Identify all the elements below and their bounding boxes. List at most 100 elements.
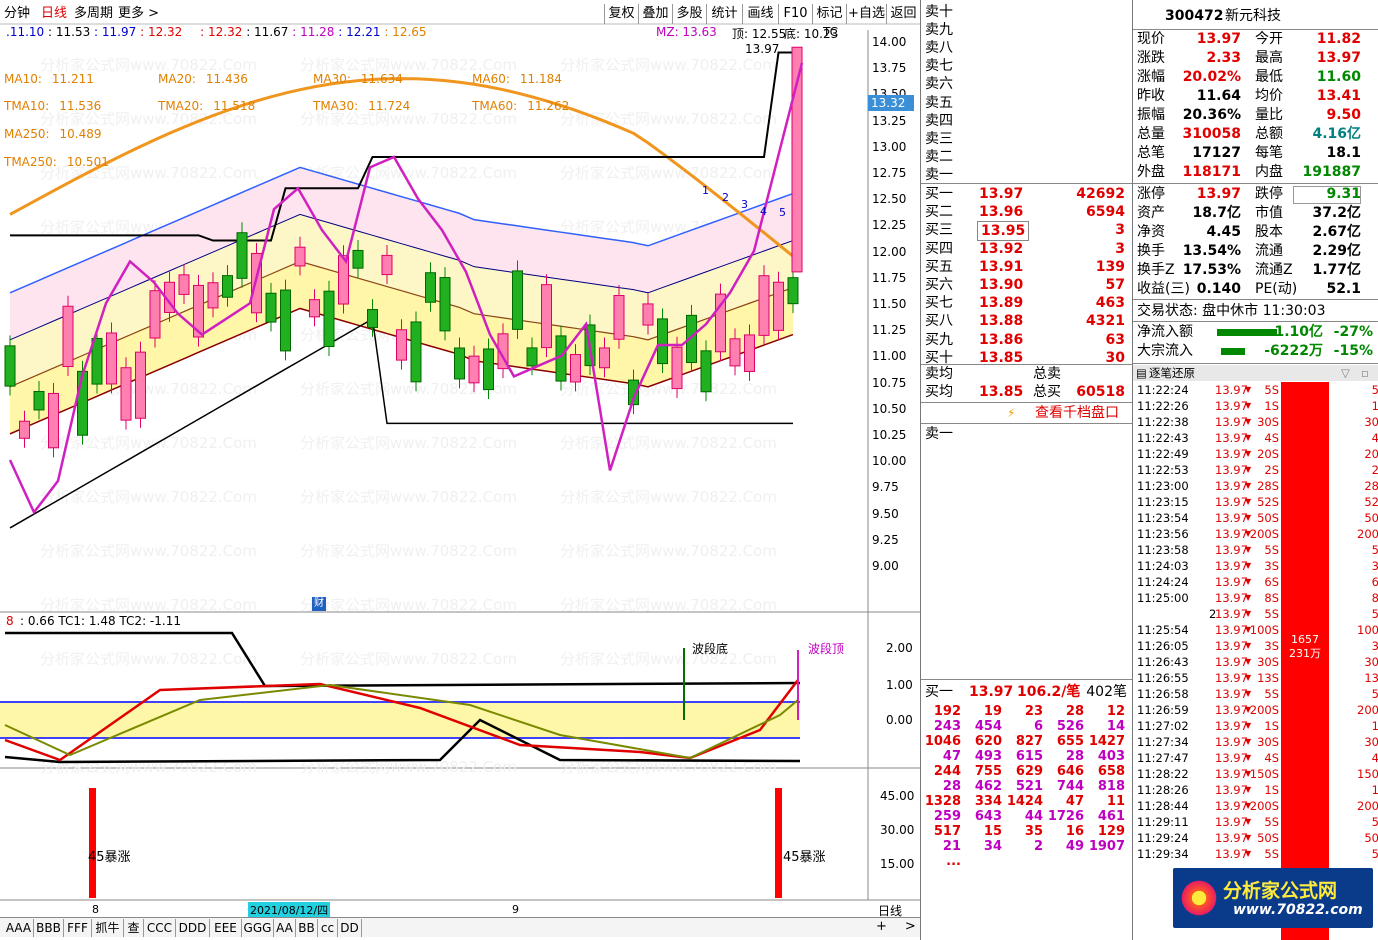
add-watchlist-button[interactable]: +自选 [846,4,886,24]
indicator-tab[interactable]: AA [274,919,296,937]
tick-volume: 13S [1257,671,1279,685]
tick-price: 13.97 [1215,639,1248,653]
indicator-tab[interactable]: EEE [210,919,242,937]
candle [439,277,451,332]
tick-time: 11:27:34 [1137,735,1189,749]
indicator-tab[interactable]: FFF [64,919,92,937]
sell-level-row[interactable]: 卖八 [921,39,1133,57]
indicator-tab[interactable]: cc [318,919,338,937]
tick-row: 11:22:26 13.97 ▼ 1S 1 [1133,398,1378,414]
indicator-tab[interactable]: CCC [144,919,176,937]
buy-level-row[interactable]: 买二 13.96 6594 [921,203,1133,221]
ma-label: MA60: 11.184 [472,72,562,86]
back-button[interactable]: 返回 [886,4,920,24]
buy-level-row[interactable]: 买六 13.90 57 [921,276,1133,294]
quote-value: 17127 [1192,145,1241,161]
indicator-tab[interactable]: BBB [34,919,64,937]
ticks-collapse-icon[interactable]: ▽ [1341,365,1350,381]
kline-chart-area[interactable]: 分析家公式网www.70822.Com 分析家公式网www.70822.Com 分析… [0,0,920,940]
daily-tab[interactable]: 日线 [41,4,67,24]
quote-label: 净资 [1137,224,1165,240]
multi-stock-button[interactable]: 多股 [672,4,706,24]
indicator-tab[interactable]: AAA [4,919,34,937]
tick-time: 11:26:55 [1137,671,1189,685]
tick-dir-icon: ▼ [1245,673,1252,682]
tick-row: 11:22:43 13.97 ▼ 4S 4 [1133,430,1378,446]
buy-level-row[interactable]: 买八 13.88 4321 [921,312,1133,330]
tick-price: 13.97 [1215,575,1248,589]
buy-level-label: 买三 [925,222,953,239]
tick-dir-icon: ▼ [1245,657,1252,666]
candle [367,309,378,328]
watermark: 分析家公式网www.70822.Com [300,434,517,452]
buy-level-row[interactable]: 买一 13.97 42692 [921,185,1133,203]
buy1-queue-cell: 403 [1097,749,1125,764]
indicator-tab[interactable]: GGG [242,919,274,937]
finance-icon[interactable]: 财 [312,597,326,611]
tick-right-vol: 8 [1371,591,1378,605]
draw-line-button[interactable]: 画线 [742,4,778,24]
sell-level-label: 卖三 [925,130,953,147]
ma-label: TMA250: 10.501 [4,155,109,169]
sell-level-row[interactable]: 卖七 [921,57,1133,75]
sell-level-row[interactable]: 卖三 [921,130,1133,148]
sell-level-row[interactable]: 卖五 [921,94,1133,112]
divider [921,183,1133,184]
buy-level-volume: 3 [1115,240,1125,257]
indicator-tab[interactable]: BB [296,919,318,937]
buy-level-row[interactable]: 买七 13.89 463 [921,294,1133,312]
quote-label: 涨幅 [1137,69,1165,85]
buy-level-row[interactable]: 买九 13.86 63 [921,331,1133,349]
buy-level-row[interactable]: 买五 13.91 139 [921,258,1133,276]
buy1-queue-cell: 6 [1033,719,1043,734]
indicator-tab[interactable]: 抓牛 [92,919,124,937]
sell-level-row[interactable]: 卖九 [921,21,1133,39]
buy1-queue-cell: 244 [933,764,961,779]
sell-level-row[interactable]: 卖四 [921,112,1133,130]
restore-rights-button[interactable]: 复权 [604,4,638,24]
more-menu[interactable]: 更多 > [118,4,159,24]
tick-time: 11:28:26 [1137,783,1189,797]
thousand-level-link[interactable]: ⚡ 查看千档盘口 [921,404,1133,422]
multi-period-tab[interactable]: 多周期 [74,4,113,24]
tick-time: 11:26:43 [1137,655,1189,669]
watermark: 分析家公式网www.70822.Com [40,542,257,560]
indicator-tab[interactable]: DDD [176,919,210,937]
sell-level-label: 卖八 [925,40,953,57]
tick-time: 11:24:03 [1137,559,1189,573]
ticks-close-icon[interactable]: ▫ [1361,365,1369,381]
sell-level-row[interactable]: 卖一 [921,166,1133,184]
sell-level-label: 卖十 [925,4,953,20]
buy1-queue-cell: 243 [933,719,961,734]
quote-value: 310058 [1182,126,1241,142]
candle [773,281,784,331]
sell-level-row[interactable]: 卖六 [921,75,1133,93]
indicator-tab[interactable]: 查 [124,919,144,937]
quote-label: 现价 [1137,31,1165,47]
statistics-button[interactable]: 统计 [706,4,742,24]
tick-right-vol: 6 [1371,575,1378,589]
tick-dir-icon: ▼ [1245,593,1252,602]
indicator-tab[interactable]: DD [338,919,362,937]
period-minute-tab[interactable]: 分钟 [4,4,30,24]
buy-level-row[interactable]: 买三 13.95 3 [921,221,1133,242]
sell-level-row[interactable]: 卖十 [921,3,1133,21]
buy-level-row[interactable]: 买四 13.92 3 [921,240,1133,258]
overlay-button[interactable]: 叠加 [638,4,672,24]
kline-chart-svg[interactable]: 分析家公式网www.70822.Com 分析家公式网www.70822.Com 分析… [0,0,920,940]
f10-button[interactable]: F10 [778,4,812,24]
tick-volume: 200S [1249,799,1279,813]
tick-price: 13.97 [1215,751,1248,765]
tick-right-vol: 1 [1371,399,1378,413]
buy-level-volume: 139 [1095,258,1125,275]
tick-volume: 4S [1264,431,1279,445]
mark-button[interactable]: 标记 [812,4,846,24]
tab-scroll[interactable]: + > [870,918,920,936]
candle [19,420,30,439]
tick-time: 11:23:58 [1137,543,1189,557]
tick-dir-icon: ▼ [1245,449,1252,458]
sell-level-row[interactable]: 卖二 [921,148,1133,166]
thousand-link-text[interactable]: 查看千档盘口 [1035,404,1119,422]
quote-value: 11.82 [1316,31,1361,47]
watermark: 分析家公式网www.70822.Com [560,434,777,452]
